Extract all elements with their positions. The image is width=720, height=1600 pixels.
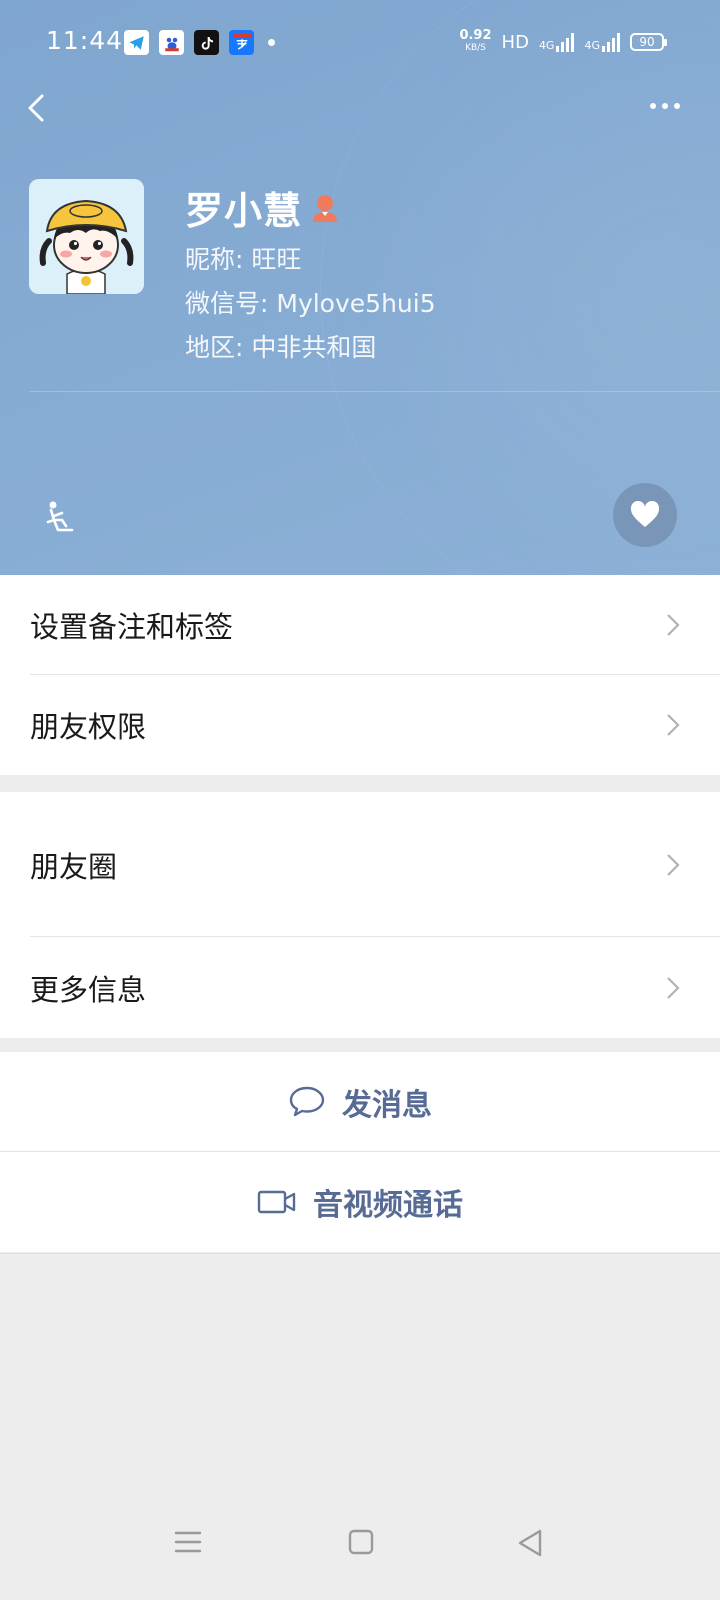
info-group: 朋友圈 更多信息 [0, 792, 720, 1038]
moments-row[interactable]: 朋友圈 [0, 792, 720, 937]
header-divider [29, 391, 720, 392]
alipay-icon [229, 30, 254, 55]
more-dots-icon [650, 103, 656, 109]
female-gender-icon [313, 194, 338, 222]
menu-icon[interactable] [174, 1528, 202, 1556]
telegram-icon [124, 30, 149, 55]
chevron-right-icon [667, 614, 680, 636]
name-row: 罗小慧 [185, 180, 340, 235]
avatar-cartoon-girl-image [29, 179, 144, 294]
pat-icon [46, 501, 74, 532]
signal-2: 4G [584, 32, 620, 52]
friend-permissions-row[interactable]: 朋友权限 [0, 675, 720, 775]
settings-group: 设置备注和标签 朋友权限 [0, 575, 720, 775]
hd-indicator: HD [501, 31, 529, 53]
nickname: 旺旺 [251, 245, 302, 274]
nickname-line: 昵称: 旺旺 [185, 245, 302, 274]
chevron-right-icon [667, 853, 680, 876]
more-notifications-dot [268, 39, 275, 46]
profile-name: 罗小慧 [185, 189, 303, 233]
heart-icon [630, 501, 660, 527]
like-button[interactable] [613, 483, 677, 547]
status-time: 11:44 [46, 26, 124, 55]
chevron-right-icon [667, 976, 680, 999]
remark-and-tags-row[interactable]: 设置备注和标签 [0, 575, 720, 675]
region-line: 地区: 中非共和国 [185, 333, 377, 362]
signal-bars-icon [556, 32, 575, 52]
baidu-icon [159, 30, 184, 55]
send-message-button[interactable]: 发消息 [0, 1052, 720, 1152]
back-triangle-icon[interactable] [516, 1528, 544, 1558]
av-call-button[interactable]: 音视频通话 [0, 1152, 720, 1252]
signal-1: 4G [539, 32, 575, 52]
avatar[interactable] [29, 179, 144, 294]
profile-header: 11:44 0.92 KB/S HD 4G 4G 90 罗小慧 昵称: 旺旺 微… [0, 0, 720, 575]
back-button[interactable] [22, 88, 52, 128]
chevron-right-icon [667, 714, 680, 736]
chevron-left-icon [28, 94, 44, 122]
signal-bars-icon [602, 32, 620, 52]
video-camera-icon [257, 1190, 296, 1214]
wechat-id: Mylove5hui5 [276, 289, 436, 318]
system-nav-bar [0, 1520, 720, 1590]
more-options-button[interactable] [650, 98, 690, 114]
network-speed: 0.92 KB/S [459, 28, 492, 53]
pat-pat-button[interactable] [44, 500, 78, 534]
wechat-id-line: 微信号: Mylove5hui5 [185, 289, 436, 318]
notification-icons [124, 30, 275, 55]
actions-group: 发消息 音视频通话 [0, 1052, 720, 1252]
tiktok-icon [194, 30, 219, 55]
region: 中非共和国 [251, 333, 377, 362]
home-icon[interactable] [347, 1528, 375, 1556]
actions-bottom-divider [0, 1253, 720, 1254]
more-info-row[interactable]: 更多信息 [0, 937, 720, 1038]
status-bar: 11:44 0.92 KB/S HD 4G 4G 90 [0, 0, 720, 88]
chat-bubble-icon [289, 1086, 325, 1117]
battery-icon: 90 [630, 33, 667, 51]
system-status: 0.92 KB/S HD 4G 4G 90 [459, 28, 667, 54]
